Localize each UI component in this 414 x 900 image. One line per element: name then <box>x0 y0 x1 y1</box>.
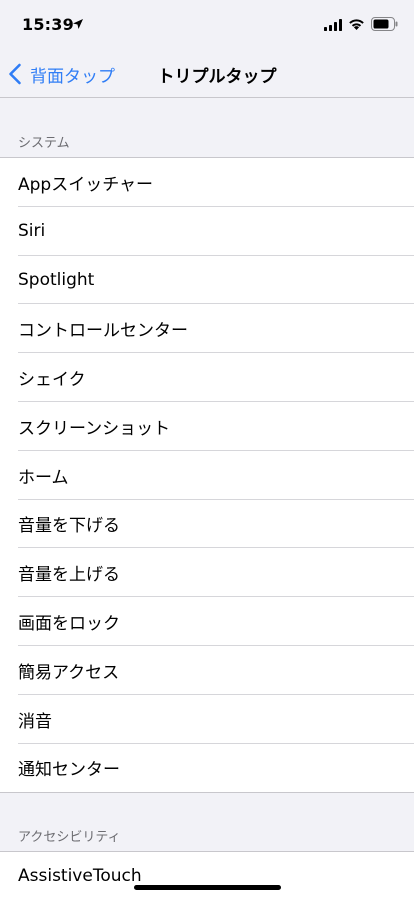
list-item-label: Appスイッチャー <box>18 174 154 195</box>
section-header-system: システム <box>18 136 70 151</box>
list-item-label: 音量を上げる <box>18 565 120 586</box>
system-action-list: Appスイッチャー Siri Spotlight コントロールセンター シェイク… <box>0 157 414 794</box>
list-item-label: コントロールセンター <box>18 321 188 342</box>
list-item-control-center[interactable]: コントロールセンター <box>0 304 414 353</box>
list-item-label: 音量を下げる <box>18 516 120 537</box>
cellular-signal-icon <box>324 19 342 31</box>
list-item-label: ホーム <box>18 467 69 488</box>
list-item-volume-down[interactable]: 音量を下げる <box>0 500 414 549</box>
list-item-label: AssistiveTouch <box>18 866 142 887</box>
list-item-lock-screen[interactable]: 画面をロック <box>0 597 414 646</box>
location-arrow-icon <box>73 19 83 29</box>
list-item-spotlight[interactable]: Spotlight <box>0 256 414 305</box>
list-item-reachability[interactable]: 簡易アクセス <box>0 646 414 695</box>
list-item-app-switcher[interactable]: Appスイッチャー <box>0 158 414 207</box>
list-item-screenshot[interactable]: スクリーンショット <box>0 402 414 451</box>
list-item-label: Siri <box>18 221 46 242</box>
list-item-notification-center[interactable]: 通知センター <box>0 744 414 793</box>
list-item-label: 画面をロック <box>18 614 120 635</box>
list-item-label: 通知センター <box>18 760 120 781</box>
list-item-shake[interactable]: シェイク <box>0 353 414 402</box>
list-item-label: 消音 <box>18 711 52 732</box>
page-title: トリプルタップ <box>157 67 277 87</box>
status-time: 15:39 <box>22 15 74 34</box>
status-bar: 15:39 <box>0 0 414 50</box>
list-item-home[interactable]: ホーム <box>0 451 414 500</box>
home-indicator[interactable] <box>134 885 281 890</box>
list-item-siri[interactable]: Siri <box>0 207 414 256</box>
battery-icon <box>371 17 398 31</box>
navigation-bar: 背面タップ トリプルタップ <box>0 50 414 98</box>
wifi-icon <box>349 19 364 30</box>
list-item-assistivetouch[interactable]: AssistiveTouch <box>0 852 414 900</box>
screen: 15:39 背面タップ トリプルタップ システム Appスイッチャー Siri … <box>0 0 414 900</box>
accessibility-action-list: AssistiveTouch <box>0 851 414 900</box>
list-item-volume-up[interactable]: 音量を上げる <box>0 548 414 597</box>
list-item-label: スクリーンショット <box>18 418 171 439</box>
section-header-accessibility: アクセシビリティ <box>18 830 121 845</box>
list-item-label: シェイク <box>18 370 86 391</box>
list-item-label: Spotlight <box>18 269 95 290</box>
list-item-label: 簡易アクセス <box>18 662 120 683</box>
list-item-mute[interactable]: 消音 <box>0 695 414 744</box>
